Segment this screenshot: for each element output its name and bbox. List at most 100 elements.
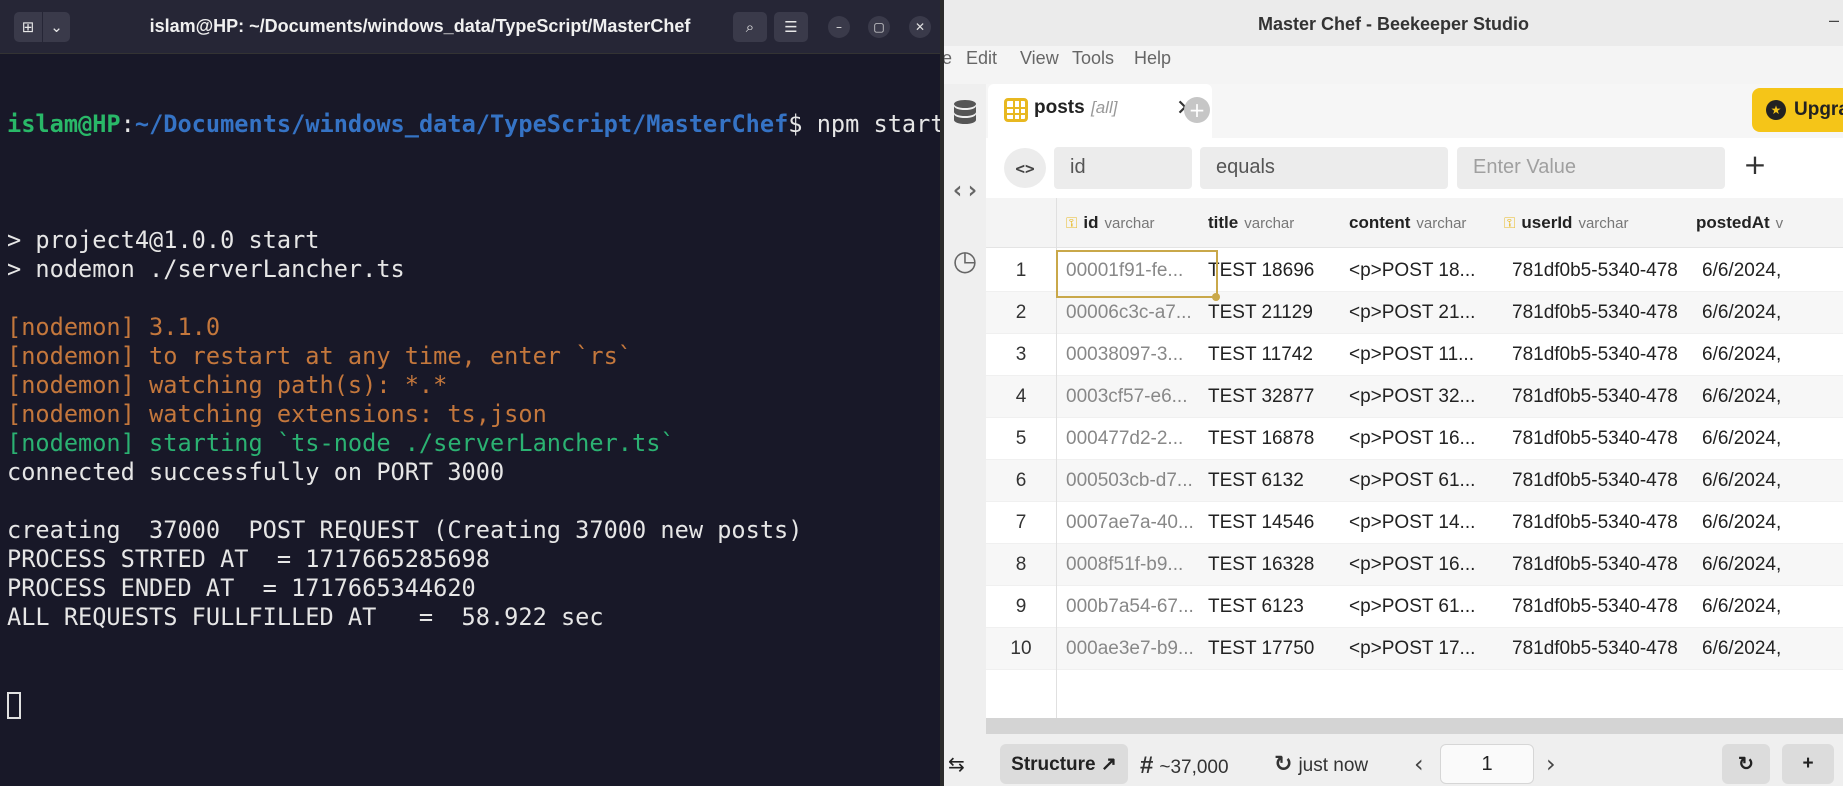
chevron-right-icon[interactable]: › [1546, 750, 1556, 778]
add-row-button[interactable]: + [1782, 744, 1834, 784]
cell-num: 7 [1015, 512, 1027, 533]
chevron-down-icon[interactable]: ⌄ [42, 12, 70, 42]
filter-operator-select[interactable]: equals [1200, 147, 1448, 189]
cell-title[interactable]: TEST 21129 [1208, 302, 1358, 324]
link-icon[interactable]: ⇆ [948, 752, 965, 776]
cell-id[interactable]: 00006c3c-a7... [1056, 302, 1196, 324]
cell-id[interactable]: 000ae3e7-b9... [1056, 638, 1196, 660]
table-row[interactable]: 4 0003cf57-e6... TEST 32877 <p>POST 32... 78… [986, 376, 1843, 418]
table-row[interactable]: 7 0007ae7a-40... TEST 14546 <p>POST 14... 78… [986, 502, 1843, 544]
cell-id[interactable]: 0007ae7a-40... [1056, 512, 1196, 534]
column-header-postedat[interactable]: postedAt v [1696, 213, 1783, 233]
column-header-title[interactable]: title varchar [1208, 213, 1294, 233]
terminal-output[interactable]: islam@HP:~/Documents/windows_data/TypeSc… [7, 52, 945, 777]
cell-userid[interactable]: 781df0b5-5340-478 [1512, 428, 1682, 450]
structure-button[interactable]: Structure ↗ [1000, 744, 1128, 784]
cell-num: 5 [1015, 428, 1027, 449]
cell-id[interactable]: 0008f51f-b9... [1056, 554, 1196, 576]
cell-title[interactable]: TEST 14546 [1208, 512, 1358, 534]
refresh-button[interactable]: ↻ [1722, 744, 1770, 784]
cell-postedat[interactable]: 6/6/2024, [1702, 512, 1843, 534]
cell-title[interactable]: TEST 11742 [1208, 344, 1358, 366]
cell-postedat[interactable]: 6/6/2024, [1702, 596, 1843, 618]
search-button[interactable]: ⌕ [733, 12, 767, 42]
table-row[interactable]: 8 0008f51f-b9... TEST 16328 <p>POST 16... 78… [986, 544, 1843, 586]
table-row[interactable]: 10 000ae3e7-b9... TEST 17750 <p>POST 17... 7… [986, 628, 1843, 670]
cell-id[interactable]: 0003cf57-e6... [1056, 386, 1196, 408]
horizontal-scrollbar[interactable] [986, 718, 1843, 734]
cell-content[interactable]: <p>POST 11... [1349, 344, 1504, 366]
table-row[interactable]: 3 00038097-3... TEST 11742 <p>POST 11... 781… [986, 334, 1843, 376]
new-tab-button[interactable]: ⊞ ⌄ [14, 12, 70, 42]
cell-postedat[interactable]: 6/6/2024, [1702, 344, 1843, 366]
cell-userid[interactable]: 781df0b5-5340-478 [1512, 260, 1682, 282]
filter-column-select[interactable]: id [1054, 147, 1192, 189]
cell-userid[interactable]: 781df0b5-5340-478 [1512, 344, 1682, 366]
page-input[interactable]: 1 [1440, 744, 1534, 784]
menu-item-help[interactable]: Help [1134, 48, 1171, 69]
history-icon[interactable]: ◷ [944, 244, 986, 277]
menu-item-edit[interactable]: Edit [966, 48, 997, 69]
code-icon[interactable]: ‹› [944, 176, 986, 204]
cell-id[interactable]: 00038097-3... [1056, 344, 1196, 366]
cell-title[interactable]: TEST 18696 [1208, 260, 1358, 282]
selected-cell[interactable] [1056, 250, 1218, 298]
cell-postedat[interactable]: 6/6/2024, [1702, 260, 1843, 282]
maximize-button[interactable]: ▢ [868, 16, 890, 38]
table-row[interactable]: 6 000503cb-d7... TEST 6132 <p>POST 61... 781… [986, 460, 1843, 502]
cell-userid[interactable]: 781df0b5-5340-478 [1512, 554, 1682, 576]
menu-button[interactable]: ☰ [774, 12, 808, 42]
cell-postedat[interactable]: 6/6/2024, [1702, 554, 1843, 576]
code-toggle-button[interactable]: <> [1004, 148, 1046, 188]
cell-content[interactable]: <p>POST 16... [1349, 428, 1504, 450]
table-row[interactable]: 5 000477d2-2... TEST 16878 <p>POST 16... 781… [986, 418, 1843, 460]
cell-content[interactable]: <p>POST 18... [1349, 260, 1504, 282]
cell-content[interactable]: <p>POST 17... [1349, 638, 1504, 660]
column-header-id[interactable]: ⚿ id varchar [1066, 213, 1155, 233]
cell-postedat[interactable]: 6/6/2024, [1702, 428, 1843, 450]
add-tab-button[interactable]: + [1184, 97, 1210, 123]
menu-item-file[interactable]: e [944, 48, 952, 69]
column-header-content[interactable]: content varchar [1349, 213, 1466, 233]
table-row[interactable]: 2 00006c3c-a7... TEST 21129 <p>POST 21... 78… [986, 292, 1843, 334]
table-row[interactable]: 9 000b7a54-67... TEST 6123 <p>POST 61... 781… [986, 586, 1843, 628]
cell-postedat[interactable]: 6/6/2024, [1702, 638, 1843, 660]
minimize-button[interactable]: – [828, 16, 850, 38]
cell-userid[interactable]: 781df0b5-5340-478 [1512, 386, 1682, 408]
cell-title[interactable]: TEST 17750 [1208, 638, 1358, 660]
upgrade-button[interactable]: ★ Upgra [1752, 88, 1843, 132]
cell-content[interactable]: <p>POST 16... [1349, 554, 1504, 576]
cell-content[interactable]: <p>POST 21... [1349, 302, 1504, 324]
cell-userid[interactable]: 781df0b5-5340-478 [1512, 512, 1682, 534]
cell-title[interactable]: TEST 32877 [1208, 386, 1358, 408]
cell-id[interactable]: 000503cb-d7... [1056, 470, 1196, 492]
filter-value-input[interactable]: Enter Value [1457, 147, 1725, 189]
column-header-userid[interactable]: ⚿ userId varchar [1504, 213, 1628, 233]
cell-postedat[interactable]: 6/6/2024, [1702, 470, 1843, 492]
cell-userid[interactable]: 781df0b5-5340-478 [1512, 470, 1682, 492]
cell-id[interactable]: 000b7a54-67... [1056, 596, 1196, 618]
cell-userid[interactable]: 781df0b5-5340-478 [1512, 596, 1682, 618]
minimize-icon[interactable]: – [1829, 10, 1839, 31]
close-button[interactable]: ✕ [909, 16, 931, 38]
cell-id[interactable]: 000477d2-2... [1056, 428, 1196, 450]
cell-title[interactable]: TEST 16878 [1208, 428, 1358, 450]
cell-postedat[interactable]: 6/6/2024, [1702, 302, 1843, 324]
cell-title[interactable]: TEST 6123 [1208, 596, 1358, 618]
terminal-title: islam@HP: ~/Documents/windows_data/TypeS… [149, 16, 691, 36]
cell-content[interactable]: <p>POST 61... [1349, 470, 1504, 492]
menu-item-view[interactable]: View [1020, 48, 1059, 69]
cell-title[interactable]: TEST 6132 [1208, 470, 1358, 492]
chevron-left-icon[interactable]: ‹ [1414, 750, 1424, 778]
cell-userid[interactable]: 781df0b5-5340-478 [1512, 638, 1682, 660]
cell-title[interactable]: TEST 16328 [1208, 554, 1358, 576]
cell-userid[interactable]: 781df0b5-5340-478 [1512, 302, 1682, 324]
fill-handle[interactable] [1212, 293, 1220, 301]
add-filter-button[interactable]: + [1738, 148, 1772, 186]
cell-content[interactable]: <p>POST 32... [1349, 386, 1504, 408]
cell-postedat[interactable]: 6/6/2024, [1702, 386, 1843, 408]
cell-content[interactable]: <p>POST 14... [1349, 512, 1504, 534]
cell-content[interactable]: <p>POST 61... [1349, 596, 1504, 618]
menu-item-tools[interactable]: Tools [1072, 48, 1114, 69]
database-icon[interactable] [944, 98, 986, 138]
